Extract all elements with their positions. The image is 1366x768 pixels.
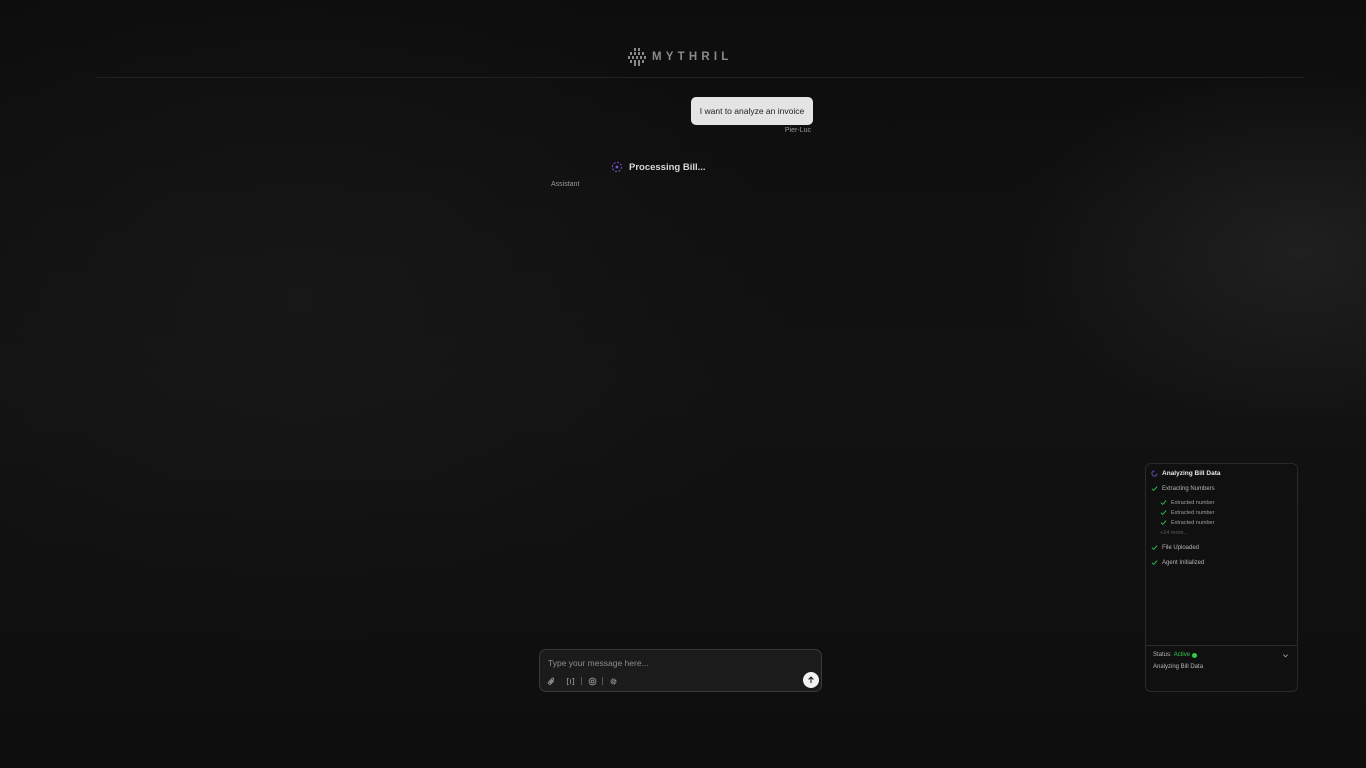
sub-step: Extracted number — [1160, 519, 1214, 526]
step-label: Extracting Numbers — [1162, 485, 1215, 492]
more-steps-label: +14 more... — [1160, 530, 1188, 536]
brand-name: MYTHRIL — [652, 51, 733, 63]
send-button[interactable] — [803, 672, 819, 688]
toolbar-divider — [581, 677, 582, 685]
current-task: Analyzing Bill Data — [1153, 664, 1204, 670]
status-line: Status: Active — [1153, 652, 1198, 658]
assistant-name-label: Assistant — [551, 181, 580, 188]
attach-button[interactable] — [545, 675, 557, 687]
sub-step-label: Extracted number — [1171, 509, 1215, 516]
app-page: MYTHRIL I want to analyze an invoice Pie… — [0, 0, 1366, 768]
more-steps[interactable]: +14 more... — [1160, 530, 1188, 536]
check-icon — [1160, 510, 1167, 516]
user-message-bubble: I want to analyze an invoice — [691, 97, 813, 125]
brand-logo[interactable]: MYTHRIL — [628, 48, 733, 66]
spinner-icon — [611, 161, 623, 173]
status-label: Status: — [1153, 652, 1172, 658]
mythril-logo-icon — [628, 48, 646, 66]
message-input[interactable] — [546, 655, 815, 671]
status-dot-icon — [1192, 652, 1198, 658]
toolbar-divider — [602, 677, 603, 685]
paperclip-icon — [547, 677, 554, 685]
code-button[interactable] — [564, 675, 576, 687]
target-icon — [588, 677, 596, 685]
check-icon — [1151, 486, 1158, 492]
user-name-label: Pier-Luc — [784, 127, 811, 134]
spinner-icon — [1151, 470, 1158, 477]
assistant-processing: Processing Bill... — [611, 161, 706, 173]
sub-step-label: Extracted number — [1171, 519, 1215, 526]
step-label: Agent Initialized — [1162, 559, 1205, 566]
check-icon — [1151, 560, 1158, 566]
agent-status-panel: Analyzing Bill Data Extracting Numbers E… — [1145, 463, 1298, 692]
focus-button[interactable] — [586, 675, 598, 687]
panel-title: Analyzing Bill Data — [1162, 470, 1221, 477]
message-composer — [539, 649, 822, 692]
gear-icon — [609, 677, 617, 685]
arrow-up-icon — [808, 676, 814, 683]
sub-step-label: Extracted number — [1171, 499, 1215, 506]
processing-text: Processing Bill... — [629, 161, 706, 173]
user-message-text: I want to analyze an invoice — [699, 106, 805, 116]
status-value: Active — [1173, 652, 1191, 658]
step-label: File Uploaded — [1162, 544, 1200, 551]
panel-header: Analyzing Bill Data — [1151, 470, 1221, 477]
sub-step: Extracted number — [1160, 509, 1214, 516]
step-initialized: Agent Initialized — [1151, 559, 1204, 566]
check-icon — [1151, 545, 1158, 551]
panel-footer: Status: Active Analyzing Bill Data — [1146, 645, 1297, 692]
settings-button[interactable] — [607, 675, 619, 687]
brackets-icon — [566, 677, 574, 685]
check-icon — [1160, 520, 1167, 526]
check-icon — [1160, 500, 1167, 506]
step-uploaded: File Uploaded — [1151, 544, 1199, 551]
step-extracting: Extracting Numbers — [1151, 485, 1215, 492]
sub-step: Extracted number — [1160, 499, 1214, 506]
chevron-down-icon[interactable] — [1282, 652, 1289, 659]
